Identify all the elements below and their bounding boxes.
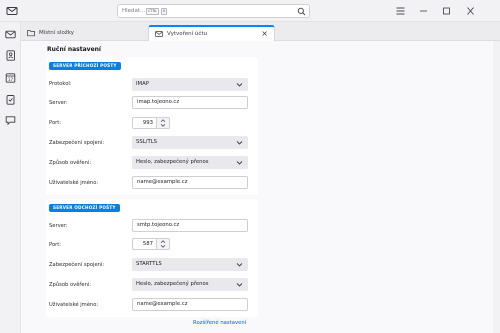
close-window-button[interactable] [462, 3, 478, 19]
spaces-chat-button[interactable] [4, 114, 17, 127]
title-bar: Hledat... CTRL K [0, 0, 500, 22]
maximize-icon [442, 7, 450, 15]
incoming-username-input[interactable]: name@example.cz [132, 176, 248, 189]
close-tab-icon[interactable]: × [261, 30, 268, 38]
tab-label: Vytvoření účtu [167, 31, 208, 37]
page-title: Ruční nastavení [47, 46, 101, 53]
address-book-icon [6, 50, 15, 61]
mail-icon[interactable] [6, 5, 18, 17]
spaces-calendar-button[interactable]: 17 [4, 71, 17, 84]
chevron-down-icon [236, 283, 243, 287]
security-label: Zabezpečení spojení: [49, 262, 105, 268]
chevron-down-icon [236, 161, 243, 165]
chevron-down-icon [236, 141, 243, 145]
spaces-mail-button[interactable] [4, 28, 17, 41]
tab-account-setup[interactable]: Vytvoření účtu × [148, 25, 275, 41]
chevron-down-icon[interactable] [160, 123, 166, 128]
incoming-server-input[interactable]: imap.tojeono.cz [132, 96, 248, 109]
server-label: Server: [49, 223, 68, 229]
protocol-label: Protokol: [49, 81, 72, 87]
advanced-settings-link[interactable]: Rozšířené nastavení [193, 320, 246, 326]
outgoing-server-badge: SERVER ODCHOZÍ POŠTY [49, 204, 120, 212]
spaces-toolbar: 17 [0, 22, 21, 333]
scrollbar[interactable] [493, 41, 500, 333]
outgoing-server-input[interactable]: smtp.tojeono.cz [132, 219, 248, 232]
chevron-down-icon [236, 263, 243, 267]
search-icon[interactable] [297, 7, 306, 16]
app-menu-button[interactable] [392, 3, 408, 19]
incoming-server-badge: SERVER PŘÍCHOZÍ POŠTY [49, 62, 121, 70]
selected-value: STARTTLS [136, 261, 162, 267]
minimize-button[interactable] [415, 3, 431, 19]
outgoing-port-spinner[interactable] [157, 238, 170, 250]
spaces-address-book-button[interactable] [4, 49, 17, 62]
username-label: Uživatelské jméno: [49, 302, 99, 308]
calendar-icon: 17 [5, 73, 16, 83]
incoming-auth-select[interactable]: Heslo, zabezpečený přenos [132, 156, 248, 169]
auth-label: Způsob ověření: [49, 282, 92, 288]
mail-icon [155, 31, 163, 37]
tab-local-folders[interactable]: Místní složky [21, 25, 149, 41]
username-label: Uživatelské jméno: [49, 180, 99, 186]
selected-value: IMAP [136, 81, 149, 87]
port-label: Port: [49, 120, 62, 126]
close-icon [466, 7, 474, 15]
incoming-security-select[interactable]: SSL/TLS [132, 136, 248, 149]
chevron-down-icon[interactable] [160, 244, 166, 249]
mail-icon [5, 30, 16, 39]
folder-icon [27, 30, 35, 37]
outgoing-port-input[interactable]: 587 [132, 238, 157, 250]
maximize-button[interactable] [438, 3, 454, 19]
chevron-down-icon [236, 83, 243, 87]
tasks-icon [6, 95, 15, 105]
minimize-icon [419, 10, 427, 12]
chat-icon [5, 116, 16, 126]
outgoing-username-input[interactable]: name@example.cz [132, 298, 248, 311]
search-placeholder: Hledat... [122, 8, 146, 14]
search-input[interactable]: Hledat... CTRL K [117, 4, 310, 18]
selected-value: Heslo, zabezpečený přenos [136, 281, 209, 287]
k-key-hint: K [161, 8, 168, 15]
incoming-port-input[interactable]: 993 [132, 117, 157, 129]
selected-value: Heslo, zabezpečený přenos [136, 159, 209, 165]
spaces-tasks-button[interactable] [4, 93, 17, 106]
security-label: Zabezpečení spojení: [49, 140, 105, 146]
ctrl-key-hint: CTRL [146, 8, 160, 15]
outgoing-auth-select[interactable]: Heslo, zabezpečený přenos [132, 278, 248, 291]
server-label: Server: [49, 100, 68, 106]
port-label: Port: [49, 242, 62, 248]
tab-strip: Místní složky Vytvoření účtu × [21, 22, 500, 41]
tab-label: Místní složky [39, 30, 74, 36]
selected-value: SSL/TLS [136, 139, 158, 145]
outgoing-security-select[interactable]: STARTTLS [132, 258, 248, 271]
incoming-port-spinner[interactable] [157, 117, 170, 129]
auth-label: Způsob ověření: [49, 160, 92, 166]
incoming-protocol-select[interactable]: IMAP [132, 78, 248, 91]
menu-icon [396, 7, 404, 15]
svg-text:17: 17 [8, 77, 14, 82]
